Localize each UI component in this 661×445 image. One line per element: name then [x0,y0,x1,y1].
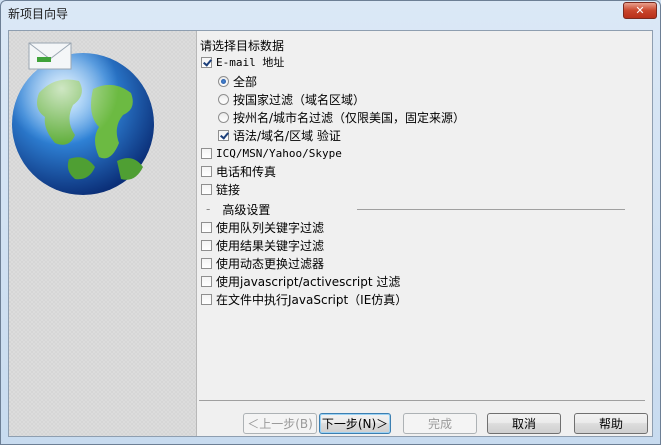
checkbox-unchecked[interactable] [201,293,212,305]
target-label: 链接 [216,182,241,197]
option-label: 全部 [233,74,258,89]
close-button[interactable]: ✕ [623,2,657,19]
advanced-section-header[interactable]: - 高级设置 [206,201,270,217]
checkbox-unchecked[interactable] [201,221,212,233]
option-label: 语法/域名/区域 验证 [233,128,341,143]
advanced-script-filter[interactable]: 使用javascript/activescript 过滤 [201,273,400,289]
advanced-run-javascript[interactable]: 在文件中执行JavaScript（IE仿真） [201,291,407,307]
section-divider [357,209,625,210]
button-bar-divider [199,400,645,401]
advanced-title: 高级设置 [222,202,271,217]
advanced-option-label: 在文件中执行JavaScript（IE仿真） [216,292,408,307]
window-title: 新项目向导 [8,7,69,21]
advanced-option-label: 使用结果关键字过滤 [216,238,325,253]
close-icon: ✕ [635,4,645,17]
target-messenger[interactable]: ICQ/MSN/Yahoo/Skype [201,145,342,161]
advanced-option-label: 使用动态更换过滤器 [216,256,325,271]
email-option-validate[interactable]: 语法/域名/区域 验证 [218,127,341,143]
target-phone-fax[interactable]: 电话和传真 [201,163,276,179]
globe-email-illustration [12,42,154,195]
help-button[interactable]: 帮助 [574,413,648,434]
checkbox-unchecked[interactable] [201,239,212,251]
option-label: 按州名/城市名过滤（仅限美国，固定来源） [233,110,466,125]
option-label: 按国家过滤（域名区域） [233,92,366,107]
advanced-dynamic-filter[interactable]: 使用动态更换过滤器 [201,255,324,271]
back-button[interactable]: ＜上一步(B) [243,413,317,434]
wizard-window: 新项目向导 ✕ 请选择目标数据 E-mail 地址 全部 按国家过滤（域名区域）… [0,0,661,445]
email-option-all[interactable]: 全部 [218,73,257,89]
checkbox-unchecked[interactable] [201,147,212,159]
radio-unselected[interactable] [218,111,229,123]
email-option-state-city[interactable]: 按州名/城市名过滤（仅限美国，固定来源） [218,109,465,125]
advanced-result-keyword-filter[interactable]: 使用结果关键字过滤 [201,237,324,253]
email-label: E-mail 地址 [216,56,285,69]
checkbox-unchecked[interactable] [201,257,212,269]
target-label: 电话和传真 [216,164,277,179]
checkbox-checked[interactable] [218,129,229,141]
wizard-client-area: 请选择目标数据 E-mail 地址 全部 按国家过滤（域名区域） 按州名/城市名… [8,30,653,437]
collapse-icon[interactable]: - [206,202,210,216]
advanced-option-label: 使用javascript/activescript 过滤 [216,274,401,289]
checkbox-unchecked[interactable] [201,275,212,287]
next-button[interactable]: 下一步(N)＞ [319,413,391,434]
checkbox-checked[interactable] [201,56,212,68]
email-checkbox[interactable]: E-mail 地址 [201,54,284,70]
page-heading: 请选择目标数据 [200,39,285,53]
target-data-panel: 请选择目标数据 E-mail 地址 全部 按国家过滤（域名区域） 按州名/城市名… [199,31,649,401]
finish-button[interactable]: 完成 [403,413,477,434]
cancel-button[interactable]: 取消 [487,413,561,434]
target-label: ICQ/MSN/Yahoo/Skype [216,146,342,160]
title-bar[interactable]: 新项目向导 ✕ [1,1,660,23]
email-option-country[interactable]: 按国家过滤（域名区域） [218,91,365,107]
radio-selected[interactable] [218,75,229,87]
radio-unselected[interactable] [218,93,229,105]
target-links[interactable]: 链接 [201,181,240,197]
checkbox-unchecked[interactable] [201,165,212,177]
advanced-queue-keyword-filter[interactable]: 使用队列关键字过滤 [201,219,324,235]
wizard-side-panel [9,31,197,436]
advanced-option-label: 使用队列关键字过滤 [216,220,325,235]
checkbox-unchecked[interactable] [201,183,212,195]
